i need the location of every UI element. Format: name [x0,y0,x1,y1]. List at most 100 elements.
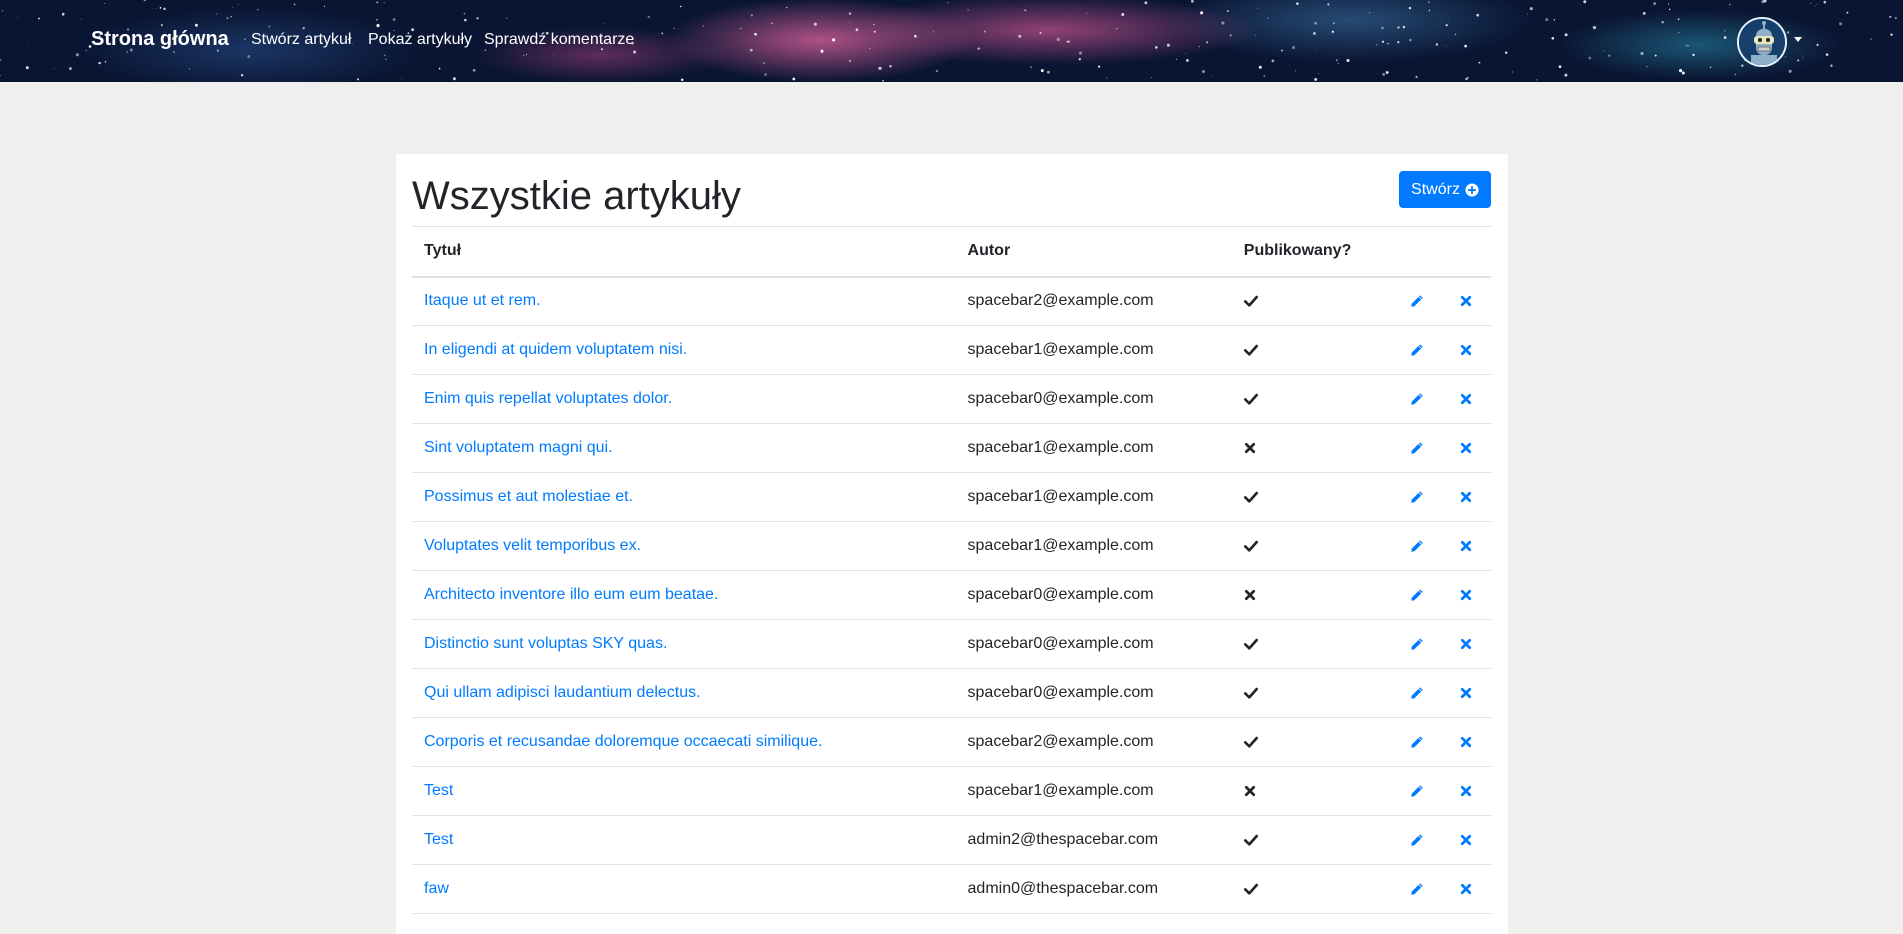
cell-published [1231,619,1393,669]
article-author: spacebar2@example.com [967,292,1154,310]
cell-author: spacebar1@example.com [955,472,1232,522]
article-title-link[interactable]: Sint voluptatem magni qui. [424,439,613,456]
article-author: admin2@thespacebar.com [967,831,1159,848]
pencil-icon[interactable] [1410,586,1424,603]
cell-author: admin0@thespacebar.com [955,864,1232,914]
pencil-icon[interactable] [1410,488,1424,505]
user-menu-caret-icon[interactable] [1794,37,1802,42]
table-row: In eligendi at quidem voluptatem nisi. sp… [412,325,1491,375]
times-icon[interactable] [1460,684,1472,701]
times-icon[interactable] [1460,880,1472,897]
cell-published [1231,864,1393,914]
article-title-link[interactable]: Corporis et recusandae doloremque occaec… [424,733,822,750]
check-icon [1243,390,1258,407]
article-title-link[interactable]: Enim quis repellat voluptates dolor. [424,390,672,407]
cell-edit [1392,570,1442,620]
cell-title: Architecto inventore illo eum eum beatae… [412,570,956,620]
cell-author: spacebar0@example.com [955,374,1232,424]
cell-delete [1441,276,1491,326]
cell-delete [1441,619,1491,669]
article-title-link[interactable]: Qui ullam adipisci laudantium delectus. [424,684,701,701]
pencil-icon[interactable] [1410,831,1424,848]
article-author: spacebar0@example.com [967,635,1154,652]
check-icon [1243,831,1258,848]
nav-link-check-comments[interactable]: Sprawdź komentarze [484,31,634,49]
table-row: Qui ullam adipisci laudantium delectus. s… [412,668,1491,718]
cell-published [1231,668,1393,718]
check-icon [1243,537,1258,554]
cell-delete [1441,521,1491,571]
times-icon[interactable] [1460,292,1472,309]
pencil-icon[interactable] [1410,439,1424,456]
article-author: spacebar1@example.com [967,782,1154,799]
times-icon[interactable] [1460,488,1472,505]
pencil-icon[interactable] [1410,733,1424,750]
table-body: Itaque ut et rem. spacebar2@example.com In… [412,276,1491,914]
articles-table: Tytuł Autor Publikowany? Itaque ut et re… [412,226,1491,914]
check-icon [1243,341,1258,358]
cell-published [1231,374,1393,424]
times-icon[interactable] [1460,390,1472,407]
cross-icon [1244,439,1256,456]
article-title-link[interactable]: Test [424,831,453,848]
table-row: Test admin2@thespacebar.com [412,815,1491,865]
check-icon [1243,733,1258,750]
cell-published [1231,472,1393,522]
cell-delete [1441,374,1491,424]
cell-author: admin2@thespacebar.com [955,815,1232,865]
cell-author: spacebar0@example.com [955,619,1232,669]
cell-edit [1392,619,1442,669]
cell-published [1231,423,1393,473]
pencil-icon[interactable] [1410,341,1424,358]
table-row: Enim quis repellat voluptates dolor. spac… [412,374,1491,424]
cell-title: Test [412,815,956,865]
cell-delete [1441,472,1491,522]
cell-edit [1392,374,1442,424]
times-icon[interactable] [1460,537,1472,554]
cell-published [1231,815,1393,865]
article-author: spacebar1@example.com [967,537,1154,554]
times-icon[interactable] [1460,733,1472,750]
pencil-icon[interactable] [1410,782,1424,799]
pencil-icon[interactable] [1410,880,1424,897]
article-title-link[interactable]: Distinctio sunt voluptas SKY quas. [424,635,667,652]
pencil-icon[interactable] [1410,684,1424,701]
cell-title: Itaque ut et rem. [412,276,956,326]
times-icon[interactable] [1460,341,1472,358]
article-author: spacebar0@example.com [967,586,1154,603]
cell-delete [1441,325,1491,375]
article-author: spacebar1@example.com [967,439,1154,456]
header-author: Autor [955,226,1232,278]
cell-edit [1392,668,1442,718]
nav-link-create-article[interactable]: Stwórz artykuł [251,31,351,49]
times-icon[interactable] [1460,782,1472,799]
create-article-button[interactable]: Stwórz [1399,171,1491,208]
times-icon[interactable] [1460,586,1472,603]
article-author: spacebar2@example.com [967,733,1154,750]
cell-published [1231,276,1393,326]
pencil-icon[interactable] [1410,390,1424,407]
article-author: spacebar1@example.com [967,341,1154,358]
article-title-link[interactable]: Itaque ut et rem. [424,292,541,309]
table-row: Voluptates velit temporibus ex. spacebar1… [412,521,1491,571]
article-title-link[interactable]: Possimus et aut molestiae et. [424,488,633,505]
user-avatar[interactable] [1737,17,1787,67]
article-title-link[interactable]: Voluptates velit temporibus ex. [424,537,641,554]
header-delete [1441,226,1491,278]
article-title-link[interactable]: Test [424,782,453,799]
pencil-icon[interactable] [1410,635,1424,652]
brand-link[interactable]: Strona główna [91,28,229,51]
cell-published [1231,717,1393,767]
cell-author: spacebar1@example.com [955,423,1232,473]
nav-link-show-articles[interactable]: Pokaż artykuły [368,31,472,49]
times-icon[interactable] [1460,635,1472,652]
cell-author: spacebar0@example.com [955,668,1232,718]
times-icon[interactable] [1460,439,1472,456]
article-title-link[interactable]: faw [424,880,449,897]
pencil-icon[interactable] [1410,537,1424,554]
article-title-link[interactable]: In eligendi at quidem voluptatem nisi. [424,341,687,358]
page-title: Wszystkie artykuły [412,174,741,218]
times-icon[interactable] [1460,831,1472,848]
article-title-link[interactable]: Architecto inventore illo eum eum beatae… [424,586,718,603]
pencil-icon[interactable] [1410,292,1424,309]
